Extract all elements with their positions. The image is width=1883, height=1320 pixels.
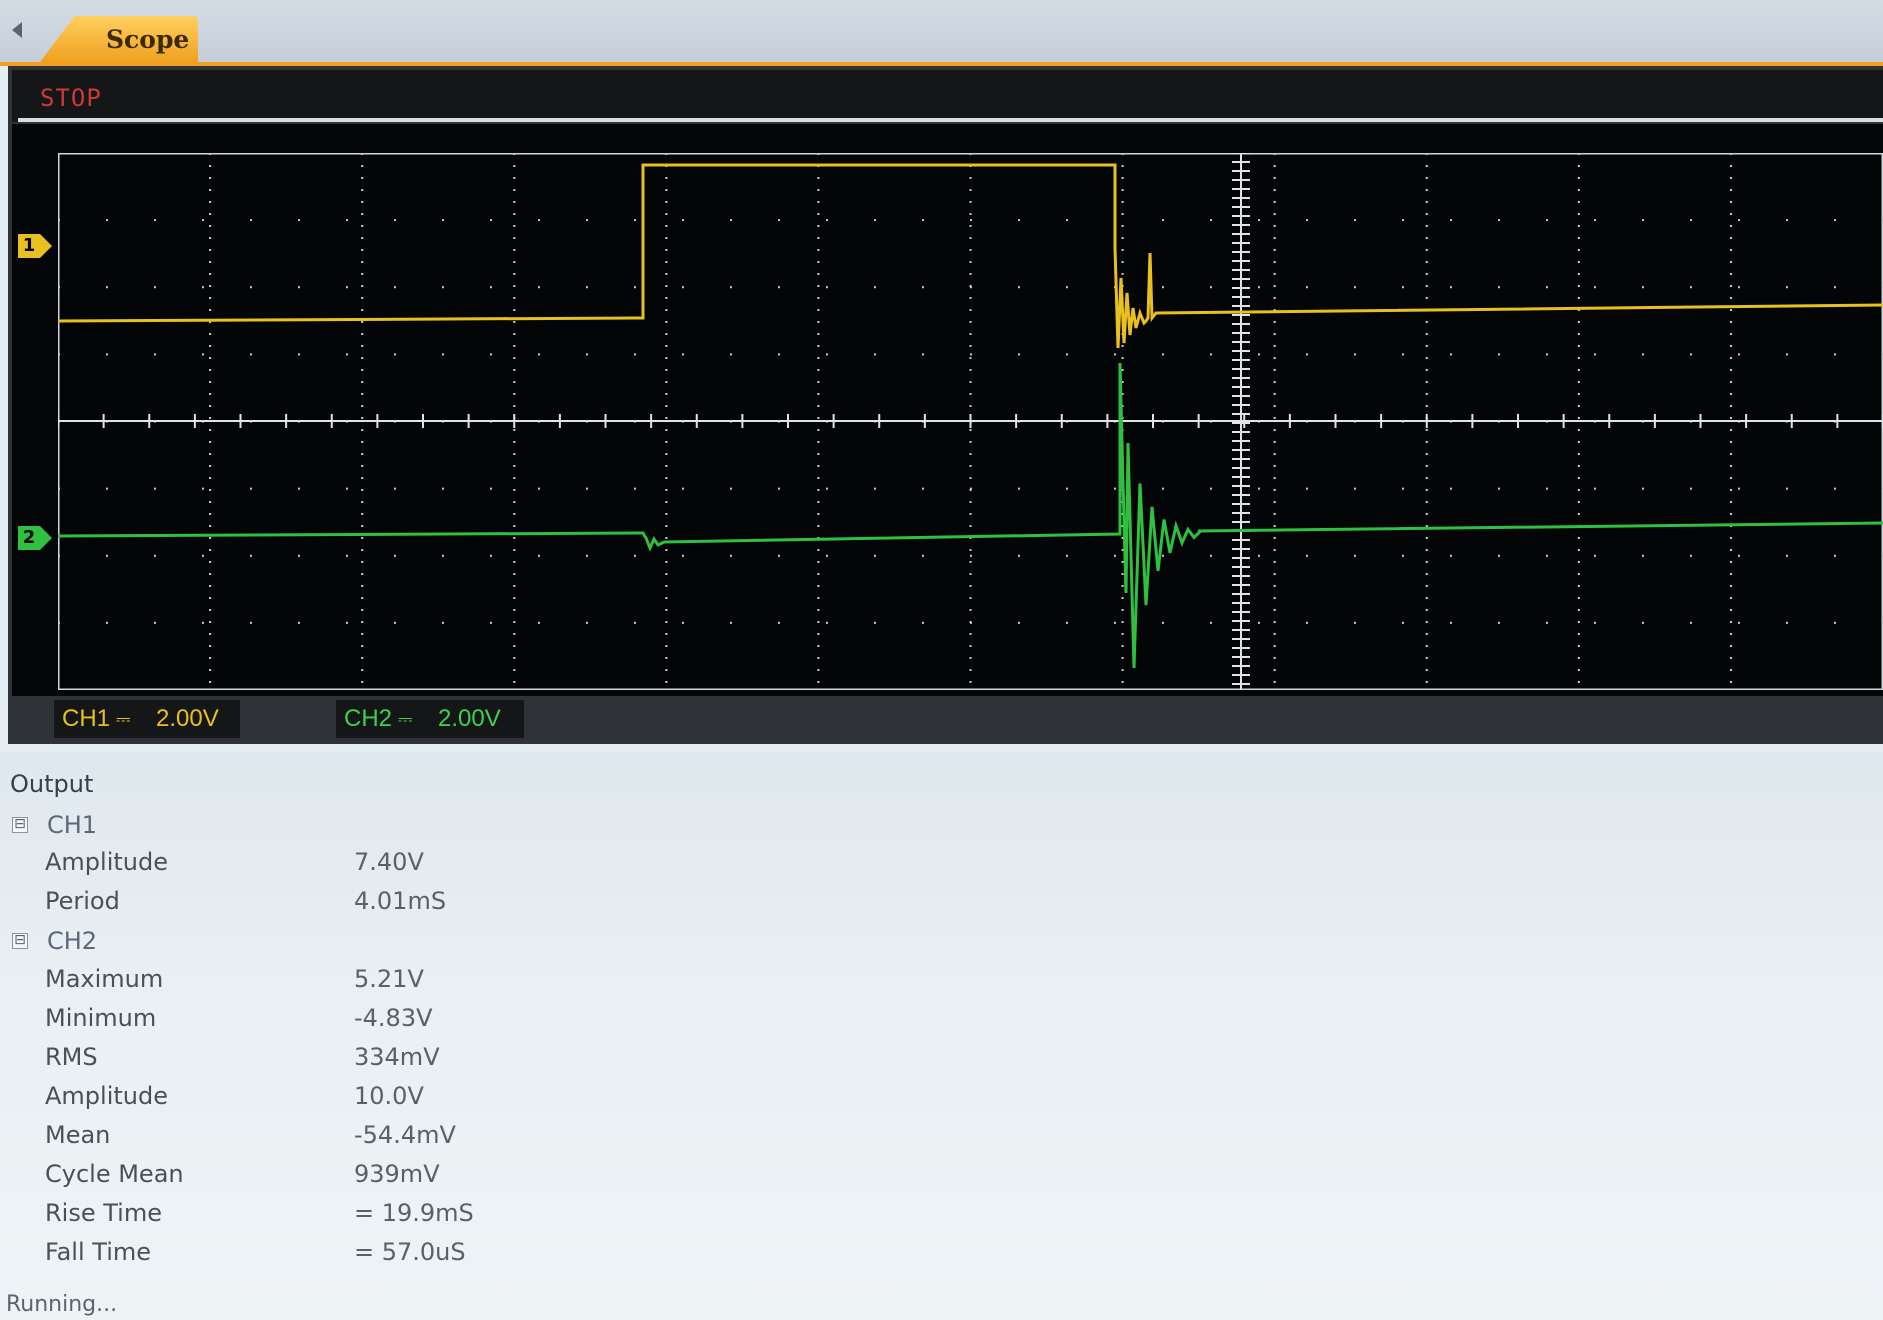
property-label: Cycle Mean xyxy=(45,1160,184,1188)
marker-arrow-icon xyxy=(40,526,52,550)
dc-coupling-icon: ⎓ xyxy=(116,709,131,729)
ch1-volts-per-div: 2.00V xyxy=(156,705,219,732)
property-value: -4.83V xyxy=(354,1004,433,1032)
ch1-name: CH1 xyxy=(62,705,111,732)
list-item: Maximum 5.21V xyxy=(0,965,800,999)
ch1-marker-label: 1 xyxy=(18,234,40,258)
property-label: Rise Time xyxy=(45,1199,162,1227)
group-name: CH1 xyxy=(47,811,98,839)
property-label: Maximum xyxy=(45,965,164,993)
property-label: Period xyxy=(45,887,120,915)
list-item: RMS 334mV xyxy=(0,1043,800,1077)
list-item: Fall Time = 57.0uS xyxy=(0,1238,800,1272)
property-label: Fall Time xyxy=(45,1238,152,1266)
property-label: RMS xyxy=(45,1043,98,1071)
list-item: Period 4.01mS xyxy=(0,887,800,921)
tab-scope-label: Scope xyxy=(106,25,190,54)
collapse-icon[interactable]: ⊟ xyxy=(12,933,28,949)
ch1-scale-indicator[interactable]: CH1 ⎓ 2.00V xyxy=(54,700,240,738)
scope-status-bar xyxy=(12,70,1883,122)
horizontal-center-axis xyxy=(58,414,1883,428)
scroll-left-icon[interactable] xyxy=(12,22,22,38)
property-label: Mean xyxy=(45,1121,111,1149)
ch2-name: CH2 xyxy=(344,705,393,732)
list-item: Amplitude 7.40V xyxy=(0,848,800,882)
run-state-indicator[interactable]: STOP xyxy=(40,84,102,112)
marker-arrow-icon xyxy=(40,234,52,258)
list-item: Rise Time = 19.9mS xyxy=(0,1199,800,1233)
list-item: Mean -54.4mV xyxy=(0,1121,800,1155)
group-name: CH2 xyxy=(47,927,98,955)
property-value: = 57.0uS xyxy=(354,1238,466,1266)
tab-strip: Scope xyxy=(0,0,1883,66)
ch2-volts-per-div: 2.00V xyxy=(438,705,501,732)
ch1-offset-marker[interactable]: 1 xyxy=(18,234,54,258)
property-value: -54.4mV xyxy=(354,1121,456,1149)
property-value: 334mV xyxy=(354,1043,440,1071)
property-value: 4.01mS xyxy=(354,887,447,915)
status-text: Running... xyxy=(6,1292,118,1317)
ch2-offset-marker[interactable]: 2 xyxy=(18,526,54,550)
property-value: 939mV xyxy=(354,1160,440,1188)
collapse-icon[interactable]: ⊟ xyxy=(12,817,28,833)
property-value: = 19.9mS xyxy=(354,1199,474,1227)
ch2-marker-label: 2 xyxy=(18,526,40,550)
list-item: Amplitude 10.0V xyxy=(0,1082,800,1116)
list-item: Cycle Mean 939mV xyxy=(0,1160,800,1194)
output-panel-title: Output xyxy=(10,770,94,798)
dc-coupling-icon: ⎓ xyxy=(398,709,413,729)
divider xyxy=(18,118,1883,122)
property-label: Minimum xyxy=(45,1004,157,1032)
property-value: 5.21V xyxy=(354,965,424,993)
ch2-scale-indicator[interactable]: CH2 ⎓ 2.00V xyxy=(336,700,524,738)
list-item: Minimum -4.83V xyxy=(0,1004,800,1038)
property-value: 10.0V xyxy=(354,1082,424,1110)
property-value: 7.40V xyxy=(354,848,424,876)
property-label: Amplitude xyxy=(45,1082,168,1110)
tab-scope[interactable]: Scope xyxy=(40,16,198,62)
waveform-display[interactable] xyxy=(58,153,1883,690)
property-label: Amplitude xyxy=(45,848,168,876)
waveform-canvas xyxy=(58,153,1883,690)
